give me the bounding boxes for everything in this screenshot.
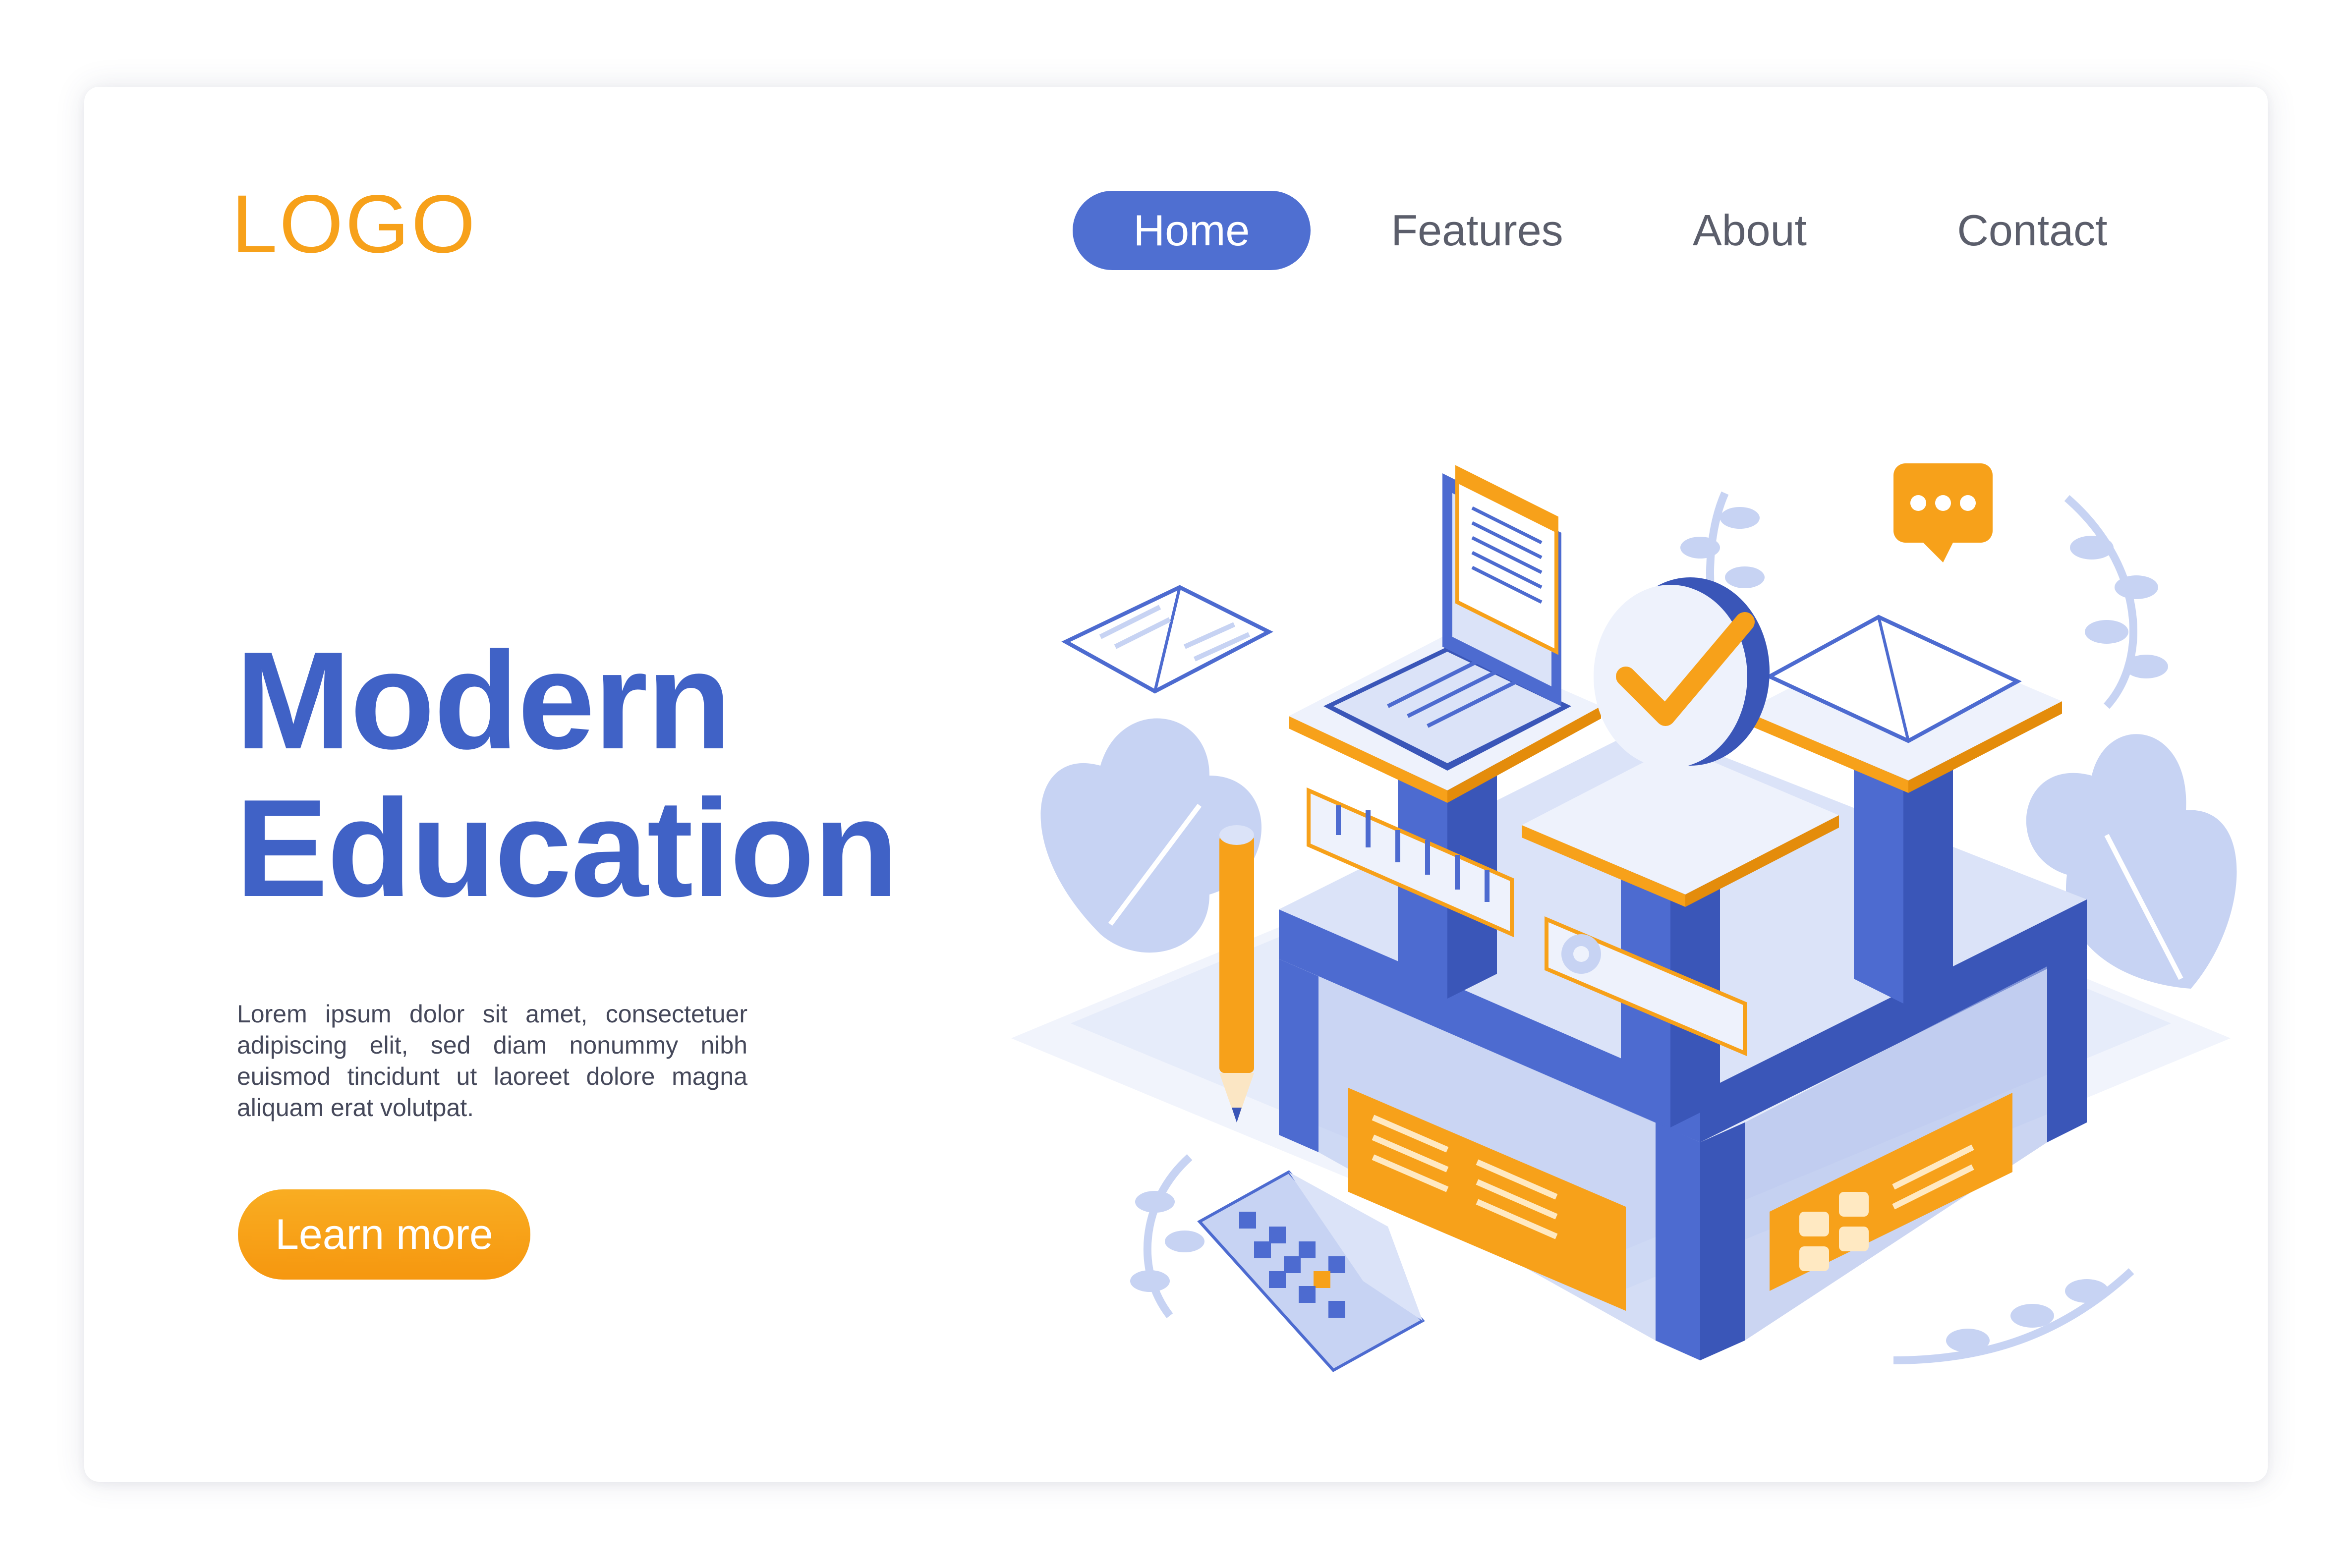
learn-more-button[interactable]: Learn more (238, 1189, 530, 1280)
checkmark-icon (1594, 577, 1770, 768)
nav-home[interactable]: Home (1073, 191, 1311, 270)
hero-title: Modern Education (235, 623, 898, 926)
hero-title-line1: Modern (235, 623, 732, 778)
isometric-education-illustration (1011, 463, 2237, 1372)
nav-contact[interactable]: Contact (1938, 191, 2126, 270)
nav-features[interactable]: Features (1373, 191, 1581, 270)
pencil-icon (1219, 825, 1254, 1122)
hero-description: Lorem ipsum dolor sit amet, consectetuer… (237, 1000, 747, 1121)
landing-card: LOGO Home Features About Contact Modern … (84, 87, 2268, 1482)
open-book-icon (1061, 585, 1273, 694)
main-nav: Home Features About Contact (84, 191, 2268, 270)
nav-about[interactable]: About (1670, 191, 1829, 270)
hero-title-line2: Education (235, 771, 898, 926)
laptop-icon (1323, 465, 1571, 771)
